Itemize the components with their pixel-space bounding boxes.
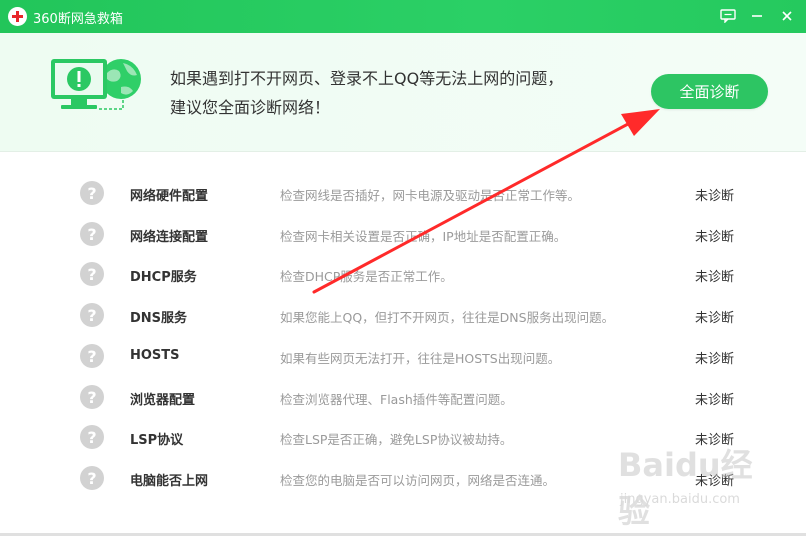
item-description: 检查浏览器代理、Flash插件等配置问题。	[280, 392, 513, 407]
item-description: 检查DHCP服务是否正常工作。	[280, 269, 453, 284]
item-name: 电脑能否上网	[130, 474, 209, 489]
question-icon: ?	[80, 262, 104, 286]
item-status: 未诊断	[695, 270, 735, 285]
question-icon: ?	[80, 466, 104, 490]
full-diagnosis-button[interactable]: 全面诊断	[651, 74, 768, 109]
close-icon[interactable]	[776, 6, 798, 26]
item-status: 未诊断	[695, 230, 735, 245]
item-description: 检查网线是否插好，网卡电源及驱动是否正常工作等。	[280, 188, 581, 203]
list-item: ? 浏览器配置 检查浏览器代理、Flash插件等配置问题。 未诊断	[0, 377, 806, 418]
baidu-watermark: Baidu经验 jingyan.baidu.com	[618, 440, 778, 530]
app-logo-icon	[8, 7, 27, 26]
minimize-icon[interactable]	[746, 6, 768, 26]
item-name: 网络硬件配置	[130, 189, 209, 204]
question-icon: ?	[80, 385, 104, 409]
item-name: DNS服务	[130, 311, 188, 326]
monitor-globe-icon	[51, 59, 141, 110]
item-description: 检查LSP是否正确，避免LSP协议被劫持。	[280, 432, 513, 447]
list-item: ? 网络连接配置 检查网卡相关设置是否正确，IP地址是否配置正确。 未诊断	[0, 214, 806, 255]
question-icon: ?	[80, 425, 104, 449]
banner-message-line1: 如果遇到打不开网页、登录不上QQ等无法上网的问题，	[170, 69, 564, 88]
list-item: ? DHCP服务 检查DHCP服务是否正常工作。 未诊断	[0, 254, 806, 295]
banner-message-line2: 建议您全面诊断网络！	[170, 98, 331, 117]
feedback-icon[interactable]	[717, 6, 739, 26]
window-title: 360断网急救箱	[33, 12, 123, 27]
item-status: 未诊断	[695, 189, 735, 204]
item-name: DHCP服务	[130, 270, 197, 285]
question-icon: ?	[80, 222, 104, 246]
item-status: 未诊断	[695, 393, 735, 408]
item-description: 检查网卡相关设置是否正确，IP地址是否配置正确。	[280, 229, 567, 244]
item-description: 如果有些网页无法打开，往往是HOSTS出现问题。	[280, 351, 561, 366]
item-name: HOSTS	[130, 348, 180, 363]
title-bar: 360断网急救箱	[0, 0, 806, 33]
item-status: 未诊断	[695, 311, 735, 326]
item-name: 浏览器配置	[130, 393, 196, 408]
watermark-brand: Baidu经验	[618, 446, 753, 530]
item-name: LSP协议	[130, 433, 184, 448]
question-icon: ?	[80, 344, 104, 368]
list-item: ? HOSTS 如果有些网页无法打开，往往是HOSTS出现问题。 未诊断	[0, 336, 806, 377]
list-item: ? 网络硬件配置 检查网线是否插好，网卡电源及驱动是否正常工作等。 未诊断	[0, 173, 806, 214]
item-description: 检查您的电脑是否可以访问网页，网络是否连通。	[280, 473, 556, 488]
watermark-url: jingyan.baidu.com	[620, 492, 740, 507]
list-item: ? DNS服务 如果您能上QQ，但打不开网页，往往是DNS服务出现问题。 未诊断	[0, 295, 806, 336]
question-icon: ?	[80, 181, 104, 205]
item-description: 如果您能上QQ，但打不开网页，往往是DNS服务出现问题。	[280, 310, 615, 325]
question-icon: ?	[80, 303, 104, 327]
item-status: 未诊断	[695, 352, 735, 367]
banner: 如果遇到打不开网页、登录不上QQ等无法上网的问题， 建议您全面诊断网络！ 全面诊…	[0, 33, 806, 152]
item-name: 网络连接配置	[130, 230, 209, 245]
